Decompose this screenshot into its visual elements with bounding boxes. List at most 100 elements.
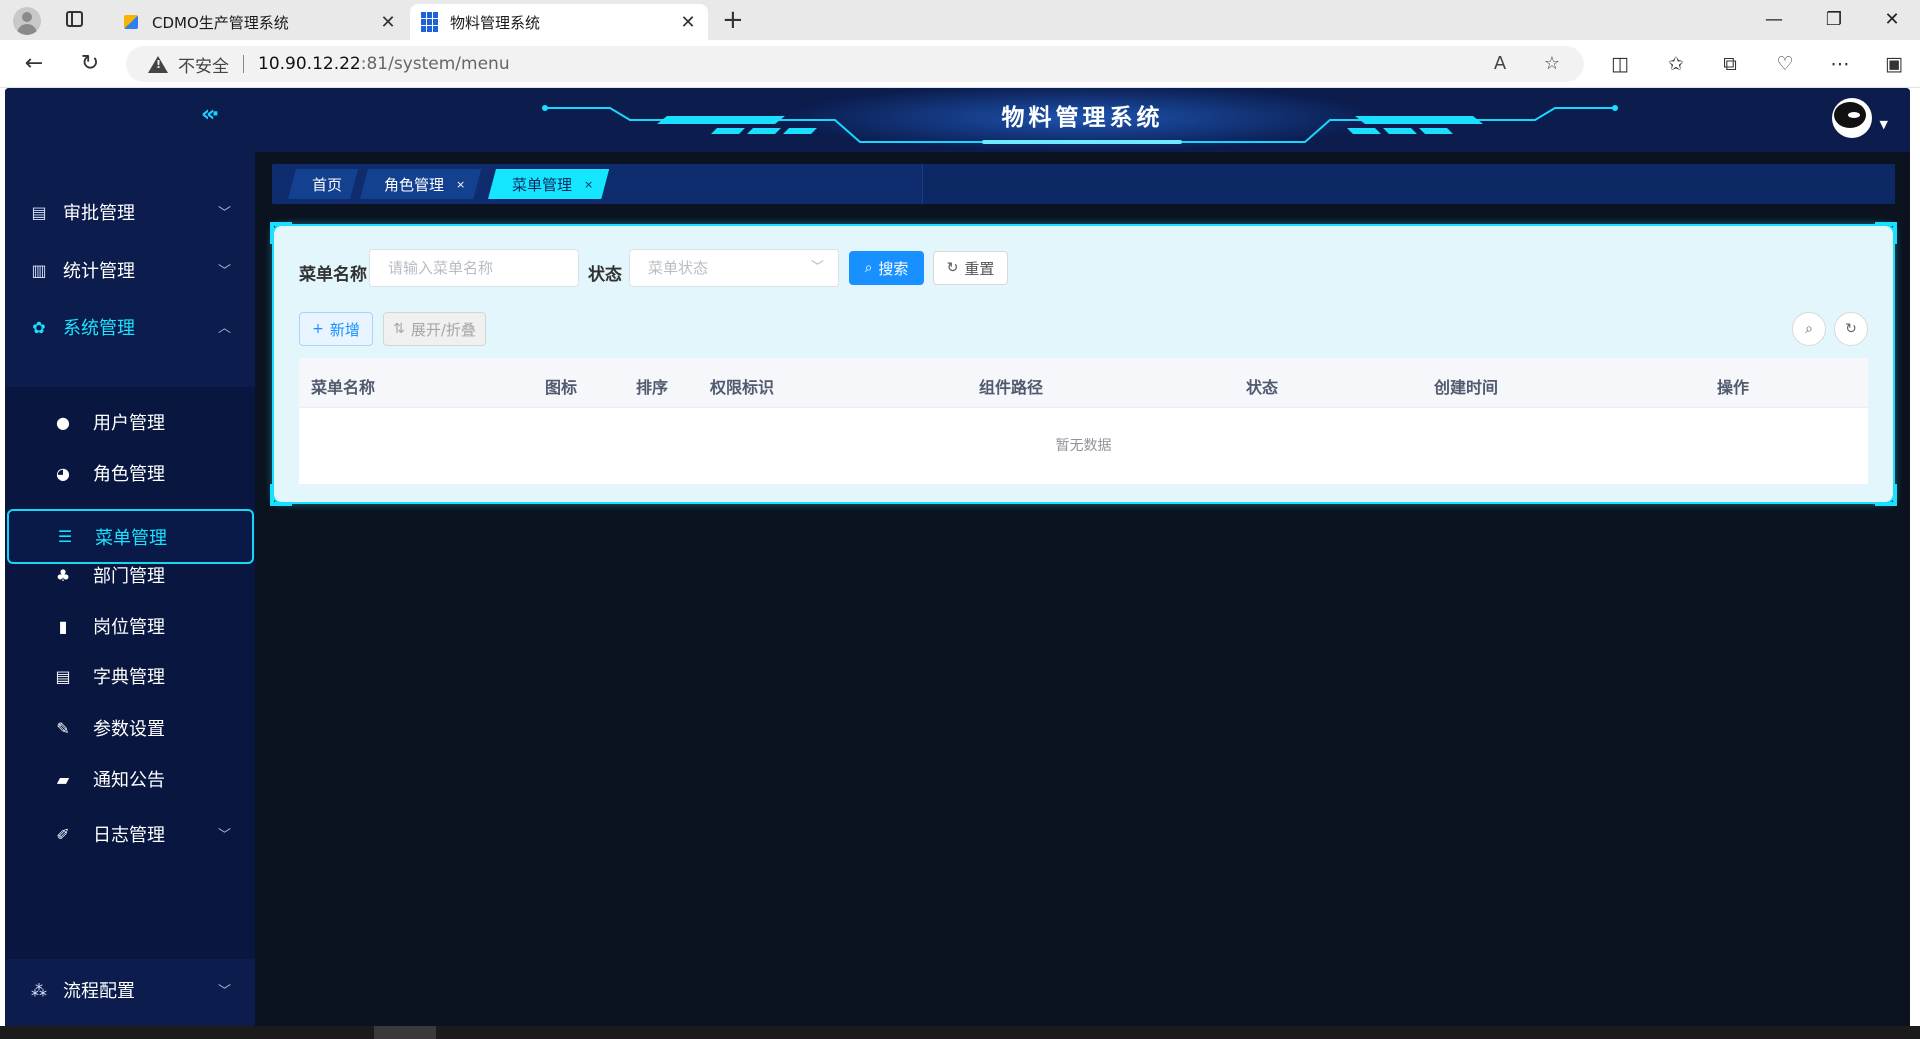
minimize-icon[interactable]: — xyxy=(1752,6,1796,34)
restore-icon[interactable]: ❐ xyxy=(1812,6,1856,34)
caret-down-icon[interactable]: ▼ xyxy=(1880,118,1888,131)
column-header: 图标 xyxy=(545,378,578,397)
close-icon[interactable]: × xyxy=(456,178,465,191)
sidebar-item-workflow[interactable]: ⁂ 流程配置 ﹀ xyxy=(5,962,255,1018)
column-header: 创建时间 xyxy=(1434,378,1499,397)
taskbar-item[interactable] xyxy=(374,1026,436,1039)
tag-roles[interactable]: 角色管理 × xyxy=(360,169,481,199)
avatar[interactable] xyxy=(1832,98,1872,138)
panel-corner xyxy=(270,222,292,244)
expand-collapse-button[interactable]: ⇅ 展开/折叠 xyxy=(383,312,486,346)
close-icon[interactable]: × xyxy=(584,178,593,191)
message-icon: ▰ xyxy=(56,769,70,789)
sidebar-item-parameters[interactable]: ✎ 参数设置 xyxy=(5,700,255,756)
sidebar-item-label: 岗位管理 xyxy=(93,617,165,638)
sidebar-item-dictionary[interactable]: ▤ 字典管理 xyxy=(5,648,255,704)
security-label: 不安全 xyxy=(178,56,229,77)
refresh-table-icon[interactable]: ↻ xyxy=(1834,312,1868,346)
sidebar-item-approval[interactable]: ▤ 审批管理 ﹀ xyxy=(5,184,255,240)
column-header: 组件路径 xyxy=(979,378,1044,397)
sidebar-item-posts[interactable]: ▮ 岗位管理 xyxy=(5,598,255,654)
sidebar-item-label: 字典管理 xyxy=(93,667,165,688)
close-tab-icon[interactable]: ✕ xyxy=(676,12,700,33)
status-select-placeholder: 菜单状态 xyxy=(648,259,709,277)
add-button[interactable]: + 新增 xyxy=(299,312,373,346)
reset-button[interactable]: ↻ 重置 xyxy=(933,251,1008,285)
favorite-star-icon[interactable]: ☆ xyxy=(1540,52,1564,76)
url-host: 10.90.12.22 xyxy=(258,54,361,74)
split-screen-icon[interactable]: ◫ xyxy=(1608,52,1632,76)
reset-button-label: 重置 xyxy=(964,259,995,278)
column-header: 排序 xyxy=(636,378,669,397)
close-tab-icon[interactable]: ✕ xyxy=(376,12,400,33)
flow-icon: ⁂ xyxy=(31,980,47,1000)
material-favicon-icon xyxy=(420,12,438,32)
collections-icon[interactable]: ⧉ xyxy=(1718,52,1742,76)
column-header: 操作 xyxy=(1717,378,1750,397)
panel-corner xyxy=(270,484,292,506)
app-window: «· ▤ 审批管理 ﹀ ▥ 统计管理 ﹀ ✿ 系统管理 ︿ ● 用户管理 ◕ 角… xyxy=(5,88,1910,1026)
sidebar-item-system[interactable]: ✿ 系统管理 ︿ xyxy=(5,299,255,355)
browser-address-bar: ← ↻ 不安全 10.90.12.22 :81/system/menu A ☆ … xyxy=(0,40,1920,88)
browser-tab-material[interactable]: 物料管理系统 ✕ xyxy=(410,4,708,40)
url-path: :81/system/menu xyxy=(360,54,510,74)
browser-tab-cdmo[interactable]: CDMO生产管理系统 ✕ xyxy=(112,4,408,40)
browser-essentials-icon[interactable]: ♡ xyxy=(1773,52,1797,76)
search-button[interactable]: ⌕ 搜索 xyxy=(849,251,924,285)
workspaces-icon[interactable] xyxy=(66,11,83,27)
sidebar-item-label: 系统管理 xyxy=(63,318,135,339)
sidebar-toggle-icon[interactable]: ▣ xyxy=(1882,52,1906,76)
approval-icon: ▤ xyxy=(31,202,47,222)
sidebar-item-label: 日志管理 xyxy=(93,825,165,846)
search-icon: ⌕ xyxy=(864,260,873,276)
sidebar-item-label: 菜单管理 xyxy=(95,527,167,549)
back-icon[interactable]: ← xyxy=(20,50,48,78)
tag-label: 角色管理 xyxy=(384,175,445,194)
panel-corner xyxy=(1875,484,1897,506)
sidebar-item-label: 参数设置 xyxy=(93,719,165,740)
tag-menus[interactable]: 菜单管理 × xyxy=(488,169,609,199)
more-menu-icon[interactable]: ⋯ xyxy=(1828,52,1852,76)
sidebar-item-label: 审批管理 xyxy=(63,203,135,224)
favorites-icon[interactable]: ✩ xyxy=(1664,52,1688,76)
chevron-down-icon: ﹀ xyxy=(217,206,231,221)
sidebar-item-label: 通知公告 xyxy=(93,770,165,791)
toggle-search-icon[interactable]: ⌕ xyxy=(1792,312,1826,346)
sidebar-item-logs[interactable]: ✐ 日志管理 ﹀ xyxy=(5,806,255,862)
sidebar-item-roles[interactable]: ◕ 角色管理 xyxy=(5,445,255,501)
refresh-icon[interactable]: ↻ xyxy=(76,50,104,78)
status-select[interactable]: 菜单状态 ﹀ xyxy=(629,249,839,287)
empty-state: 暂无数据 xyxy=(1055,438,1112,454)
read-aloud-icon[interactable]: A xyxy=(1488,52,1512,76)
sidebar-item-label: 角色管理 xyxy=(93,464,165,485)
post-icon: ▮ xyxy=(58,616,68,636)
column-header: 菜单名称 xyxy=(311,378,376,397)
menu-name-input[interactable] xyxy=(369,249,579,287)
add-button-label: 新增 xyxy=(329,320,360,339)
sidebar-item-users[interactable]: ● 用户管理 xyxy=(5,394,255,450)
cdmo-favicon-icon xyxy=(122,13,140,31)
new-tab-button[interactable]: + xyxy=(722,4,744,36)
refresh-icon: ↻ xyxy=(946,260,959,276)
panel-corner xyxy=(1875,222,1897,244)
browser-tab-bar: CDMO生产管理系统 ✕ 物料管理系统 ✕ + — ❐ ✕ xyxy=(0,0,1920,40)
tag-home[interactable]: 首页 xyxy=(288,169,358,199)
chevron-down-icon: ﹀ xyxy=(810,260,824,275)
sidebar-item-label: 流程配置 xyxy=(63,981,135,1002)
collapse-sidebar-icon[interactable]: «· xyxy=(201,102,219,127)
divider xyxy=(243,55,244,73)
column-header: 权限标识 xyxy=(710,378,775,397)
sidebar-item-notices[interactable]: ▰ 通知公告 xyxy=(5,751,255,807)
org-tree-icon: ♣ xyxy=(55,565,71,585)
close-window-icon[interactable]: ✕ xyxy=(1870,6,1914,34)
url-field[interactable]: 不安全 10.90.12.22 :81/system/menu A ☆ xyxy=(126,46,1584,82)
sidebar-item-label: 统计管理 xyxy=(63,261,135,282)
tab-title: CDMO生产管理系统 xyxy=(152,13,289,32)
sidebar-item-departments[interactable]: ♣ 部门管理 xyxy=(5,547,255,603)
tag-label: 首页 xyxy=(312,175,343,194)
table-header: 菜单名称 图标 排序 权限标识 组件路径 状态 创建时间 操作 xyxy=(299,358,1868,408)
profile-avatar-icon[interactable] xyxy=(13,7,41,35)
sidebar-item-statistics[interactable]: ▥ 统计管理 ﹀ xyxy=(5,242,255,298)
taskbar xyxy=(0,1026,1920,1039)
tags-bar-fill xyxy=(922,164,1895,204)
